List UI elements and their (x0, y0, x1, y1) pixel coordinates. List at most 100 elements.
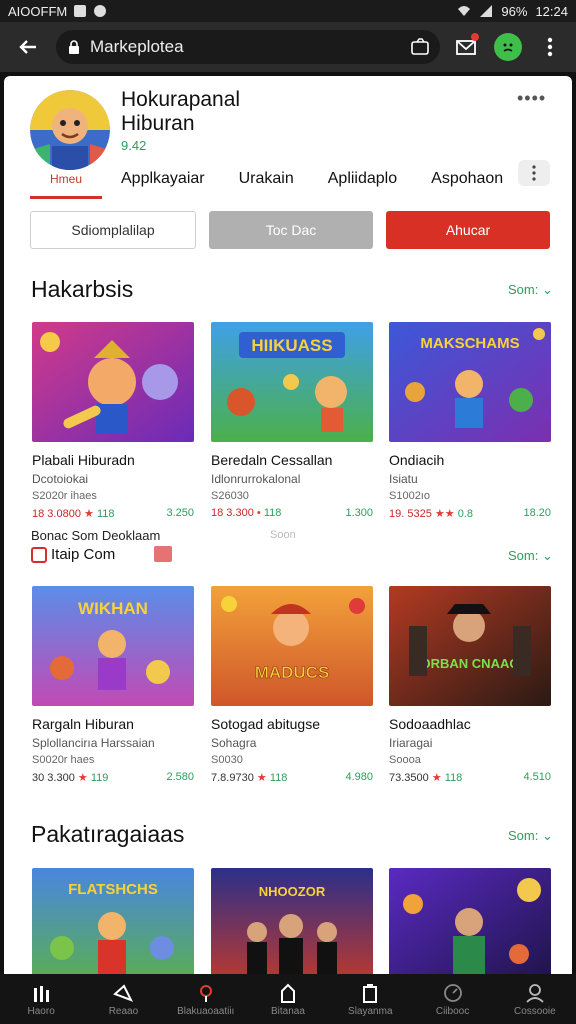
game-price: 4.980 (345, 771, 373, 783)
tabs-more-button[interactable] (518, 160, 550, 186)
page-content: Hmeu Hokurapanal Hiburan 9.42 •••• Applk… (4, 76, 572, 974)
promo-text: Bonac Som Deoklaam (31, 528, 161, 543)
game-stats: 18 3.300 • 118 1.300 (211, 507, 373, 519)
see-more-link-2[interactable]: Som: ⌄ (508, 548, 553, 564)
nav-label: Reaao (108, 1005, 139, 1017)
see-more-link-3[interactable]: Som: ⌄ (508, 828, 553, 844)
star-icon: • (256, 507, 261, 519)
game-thumbnail: WIKHAN (32, 586, 194, 706)
thumb-logo-text: HIIKUASS (251, 336, 332, 355)
game-card[interactable]: NHOOZOR (211, 868, 373, 974)
grey-button[interactable]: Toc Dac (209, 211, 373, 249)
nav-slayanma[interactable]: Slayanma (329, 974, 411, 1024)
game-thumbnail: NHOOZOR (211, 868, 373, 974)
game-downloads: 19. 5325 (389, 508, 432, 520)
star-icon: ★ (77, 772, 88, 784)
nav-cossooie[interactable]: Cossooie (494, 974, 576, 1024)
bag-icon (280, 983, 295, 1003)
status-bar: AIOOFFM 96% 12:24 (0, 0, 576, 22)
lock-icon (69, 40, 79, 54)
kebab-menu-icon (532, 165, 536, 181)
game-count: 118 (96, 508, 115, 520)
app-title-line2: Hiburan (121, 112, 195, 135)
game-size: S0020r haes (32, 754, 95, 766)
user-avatar (494, 33, 522, 61)
faded-label: Soon (270, 529, 296, 541)
game-thumbnail: MAKSCHAMS (389, 322, 551, 442)
game-card[interactable]: Plabali Hiburadn Dcotoiokai S2020r ihaes… (32, 322, 194, 520)
star-icon: ★ (256, 772, 267, 784)
star-icon: ★ (431, 772, 442, 784)
nav-label: Ciibooc (435, 1005, 470, 1017)
thumb-logo-text: MAKSCHAMS (420, 335, 519, 352)
browser-toolbar: Markeplotea (0, 22, 576, 72)
promo-link[interactable]: Itaip Com (31, 546, 115, 563)
game-card[interactable]: SORBAN CNAAGE Sodoaadhlac Iriaragai Sooo… (389, 586, 551, 784)
section-title-3: Pakatıragaiaas (31, 821, 185, 847)
game-count: 118 (269, 772, 288, 784)
game-thumbnail: SORBAN CNAAGE (389, 586, 551, 706)
bottom-navigation: Haoro Reaao Blakuaoaatiiı Bitanaa Slayan… (0, 974, 576, 1024)
nav-reaao[interactable]: Reaao (82, 974, 164, 1024)
notifications-button[interactable] (450, 31, 482, 63)
account-button[interactable] (492, 31, 524, 63)
nav-ciibooc[interactable]: Ciibooc (411, 974, 493, 1024)
game-stats: 30 3.300 ★ 119 2.580 (32, 771, 194, 784)
nav-home[interactable]: Haoro (0, 974, 82, 1024)
thumb-logo-text: NHOOZOR (259, 884, 326, 899)
back-arrow-icon (19, 40, 36, 54)
game-thumbnail (389, 868, 551, 974)
outline-button[interactable]: Sdiomplalilap (30, 211, 196, 249)
pin-icon (199, 984, 212, 1002)
game-title: Plabali Hiburadn (32, 452, 135, 468)
game-price: 18.20 (523, 507, 551, 519)
game-card[interactable]: WIKHAN Rargaln Hiburan Splollancirıa Har… (32, 586, 194, 784)
nav-blaku[interactable]: Blakuaoaatiiı (165, 974, 247, 1024)
tab-switch-icon[interactable] (410, 38, 430, 56)
tab-bar: Applkayaiar Urakain Apliidaplo Aspohaon (121, 160, 561, 194)
see-more-link-1[interactable]: Som: ⌄ (508, 282, 553, 298)
menu-button[interactable] (534, 31, 566, 63)
promo-link-text: Itaip Com (51, 546, 116, 563)
action-buttons: Sdiomplalilap Toc Dac Ahucar (30, 211, 550, 249)
nav-bitanaa[interactable]: Bitanaa (247, 974, 329, 1024)
game-developer: Sohagra (211, 736, 257, 750)
kebab-menu-icon (547, 37, 553, 57)
brand-logo-icon (31, 546, 47, 563)
game-card[interactable]: FLATSHCHS (32, 868, 194, 974)
more-options-button[interactable]: •••• (517, 88, 546, 109)
tab-urakain[interactable]: Urakain (239, 170, 294, 188)
game-size: S2020r ihaes (32, 490, 97, 502)
game-count: 0.8 (457, 508, 473, 520)
app-title-line1: Hokurapanal (121, 88, 241, 111)
game-size: S26030 (211, 490, 249, 502)
game-card[interactable]: HIIKUASS Beredaln Cessallan Idlonrurroka… (211, 322, 373, 519)
game-downloads: 7.8.9730 (211, 772, 254, 784)
back-button[interactable] (10, 29, 46, 65)
signal-icon (480, 5, 493, 17)
wifi-icon (458, 6, 471, 16)
profile-underline (30, 196, 102, 199)
tab-applications[interactable]: Applkayaiar (121, 170, 205, 188)
thumb-logo-text: WIKHAN (78, 599, 148, 618)
nav-label: Blakuaoaatiiı (177, 1005, 235, 1017)
game-card[interactable] (389, 868, 551, 974)
nav-label: Slayanma (348, 1005, 393, 1017)
game-count: 119 (90, 772, 109, 784)
clock-icon (443, 983, 462, 1002)
tab-apliidaplo[interactable]: Apliidaplo (328, 170, 397, 188)
game-price: 4.510 (523, 771, 551, 783)
address-bar[interactable]: Markeplotea (56, 30, 440, 64)
face-icon (503, 43, 513, 52)
game-downloads: 30 3.300 (32, 772, 75, 784)
tab-aspohaon[interactable]: Aspohaon (431, 170, 503, 188)
carrier-text: AIOOFFM (8, 3, 68, 19)
install-button[interactable]: Ahucar (386, 211, 550, 249)
clock-text: 12:24 (535, 3, 568, 19)
game-size: S0030 (211, 754, 243, 766)
game-downloads: 18 3.0800 (32, 508, 81, 520)
game-downloads: 18 3.300 (211, 507, 254, 519)
game-developer: Dcotoiokai (32, 472, 89, 486)
game-card[interactable]: MAKSCHAMS Ondiacih Isiatu S1002ıo 19. 53… (389, 322, 551, 520)
game-card[interactable]: MADUCS Sotogad abitugse Sohagra S0030 7.… (211, 586, 373, 784)
